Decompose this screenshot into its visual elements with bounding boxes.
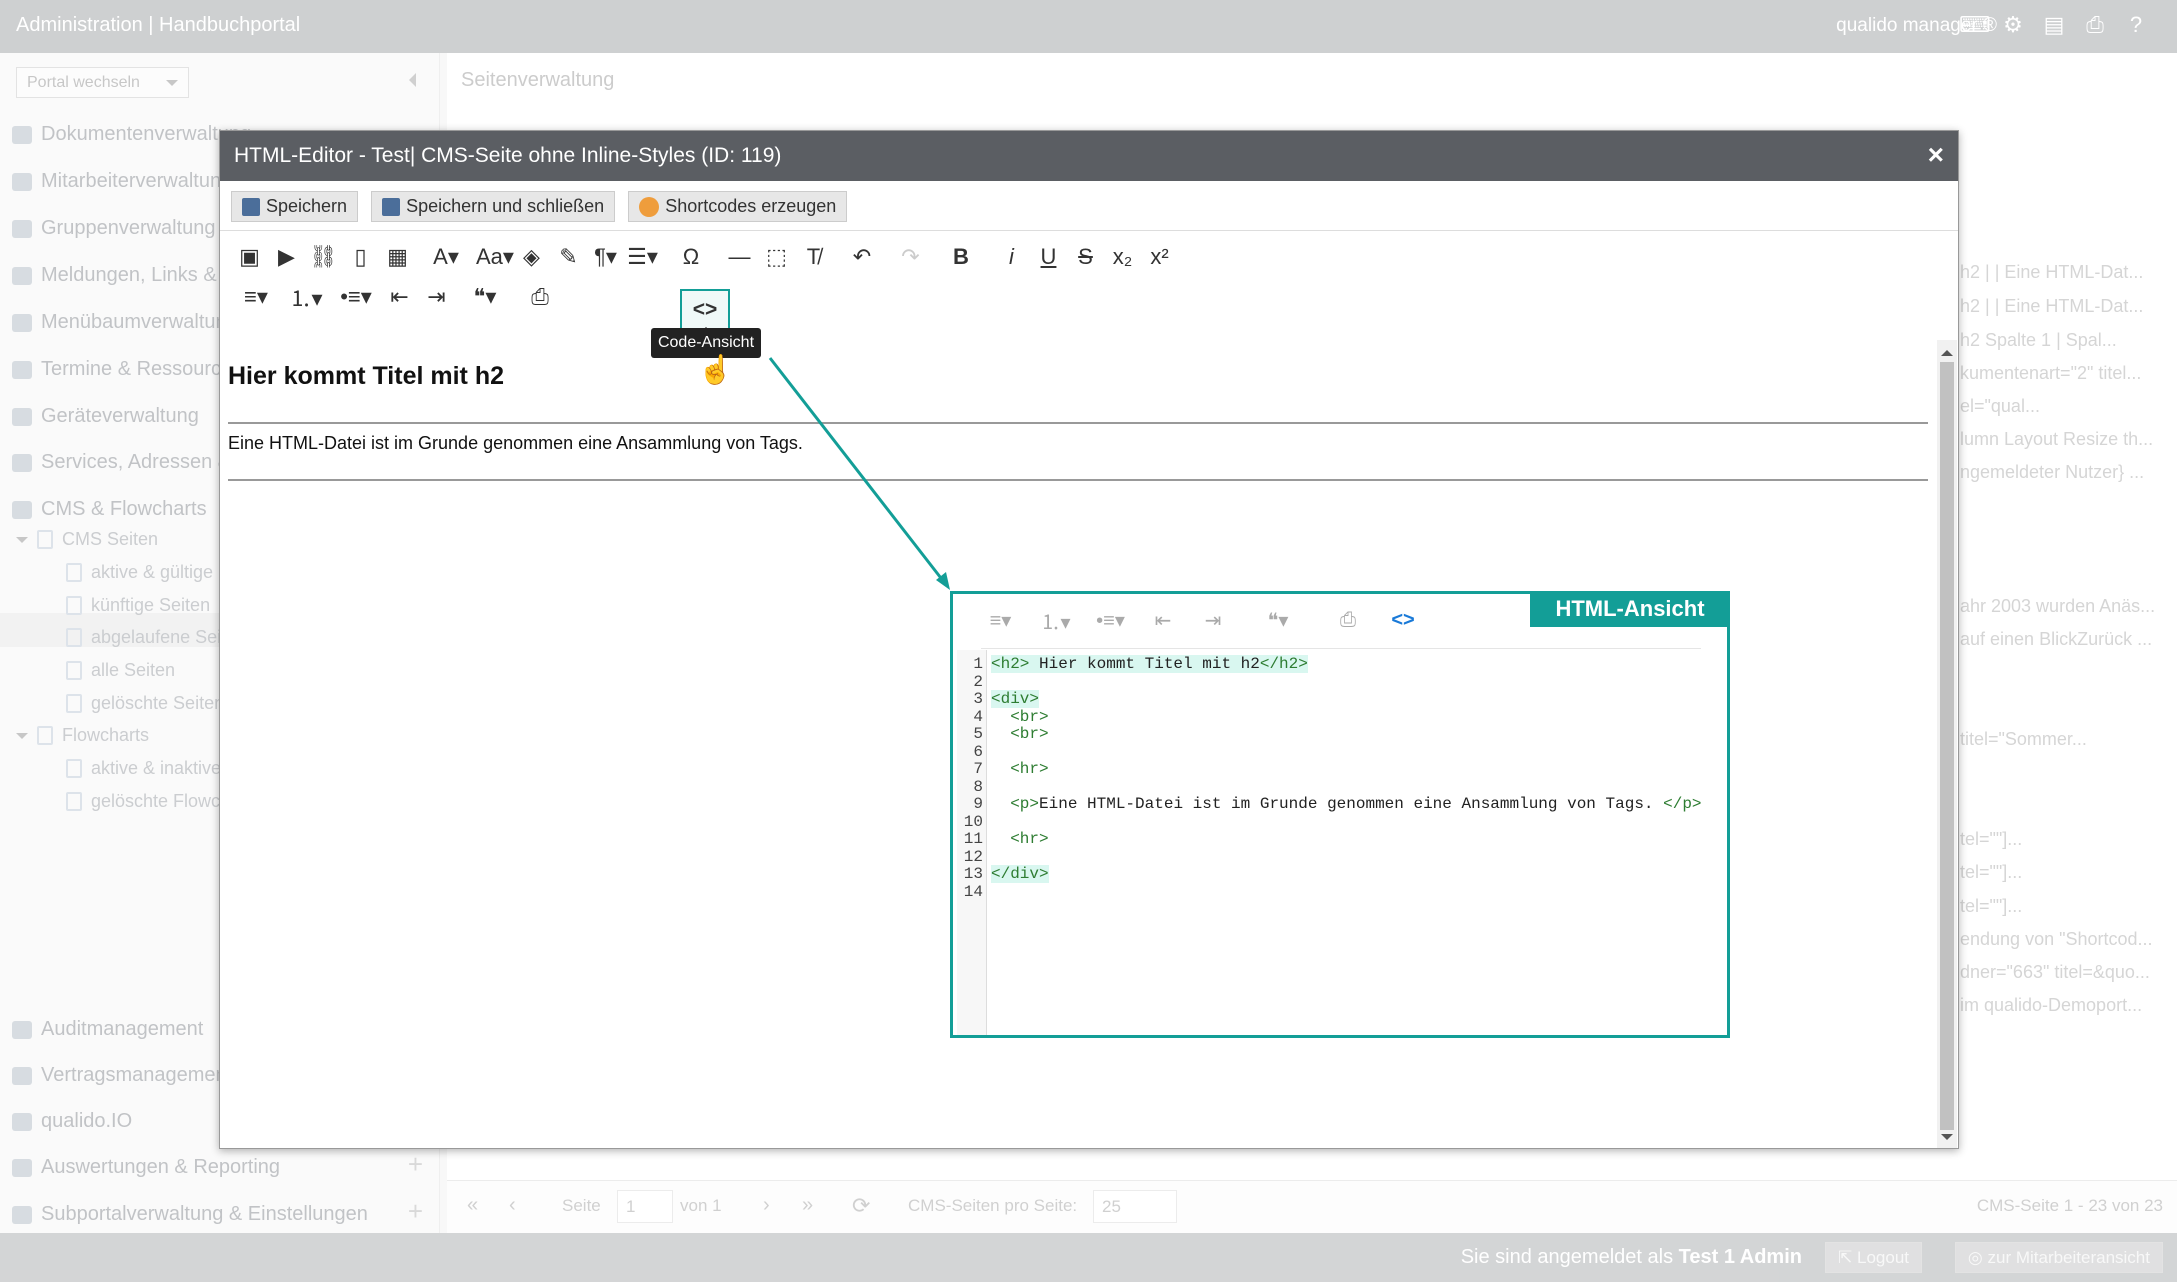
line-number: 2 (973, 672, 983, 691)
print-icon: ⎙ (1340, 609, 1356, 631)
code-line[interactable]: <p>Eine HTML-Datei ist im Grunde genomme… (991, 795, 1701, 813)
code-icon: <> (1391, 609, 1415, 631)
code-line[interactable]: <h2> Hier kommt Titel mit h2</h2> (991, 655, 1308, 673)
line-number: 13 (963, 865, 983, 883)
code-line[interactable]: <br> (991, 725, 1048, 743)
code-line[interactable]: <hr> (991, 830, 1048, 848)
line-number: 1 (973, 655, 983, 673)
line-number: 3 (973, 690, 983, 708)
line-number: 4 (973, 707, 983, 726)
code-line[interactable]: <br> (991, 708, 1048, 726)
code-line[interactable]: <div> (991, 690, 1040, 708)
indent-icon: ⇥ (1204, 610, 1222, 632)
callout-line (768, 357, 946, 583)
unordered-list-icon: •≡▾ (1096, 610, 1125, 632)
html-view-label: HTML-Ansicht (1530, 591, 1730, 627)
line-number: 7 (973, 760, 983, 778)
line-number: 5 (973, 725, 983, 743)
line-number: 12 (963, 847, 983, 866)
quote-icon: ❝▾ (1267, 610, 1289, 632)
line-number: 10 (963, 812, 983, 831)
line-number: 8 (973, 777, 983, 796)
line-number: 6 (973, 742, 983, 761)
inset-divider (981, 648, 1701, 649)
code-line[interactable]: </div> (991, 865, 1049, 883)
align-icon: ≡▾ (989, 610, 1012, 632)
ordered-list-icon: ⒈▾ (1040, 612, 1071, 634)
line-number: 11 (963, 830, 983, 848)
outdent-icon: ⇤ (1154, 610, 1172, 632)
code-line[interactable]: <hr> (991, 760, 1048, 778)
line-number: 9 (973, 795, 983, 813)
html-view-callout: HTML-Ansicht ≡▾ ⒈▾ •≡▾ ⇤ ⇥ ❝▾ ⎙ <> 1 <h2>… (950, 591, 1730, 1038)
inset-toolbar: ≡▾ ⒈▾ •≡▾ ⇤ ⇥ ❝▾ ⎙ <> (973, 606, 1428, 635)
line-number: 14 (963, 882, 983, 901)
